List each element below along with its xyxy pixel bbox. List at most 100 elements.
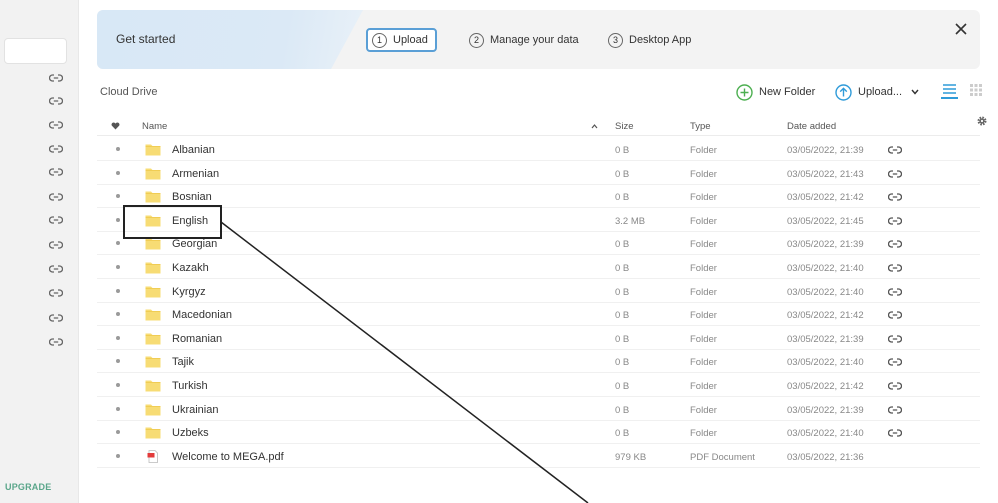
folder-icon bbox=[145, 333, 161, 345]
table-row[interactable]: Kazakh 0 B Folder 03/05/2022, 21:40 bbox=[97, 256, 980, 279]
link-icon[interactable] bbox=[48, 313, 64, 323]
file-type: Folder bbox=[690, 263, 717, 274]
link-icon[interactable] bbox=[887, 381, 903, 391]
left-sidebar: UPGRADE bbox=[0, 0, 79, 503]
file-name[interactable]: Kazakh bbox=[172, 262, 209, 274]
link-icon[interactable] bbox=[887, 169, 903, 179]
table-row[interactable]: Welcome to MEGA.pdf 979 KB PDF Document 03/… bbox=[97, 445, 980, 468]
link-icon[interactable] bbox=[48, 215, 64, 225]
column-header-size[interactable]: Size bbox=[615, 121, 633, 132]
link-icon[interactable] bbox=[48, 288, 64, 298]
table-row[interactable]: Albanian 0 B Folder 03/05/2022, 21:39 bbox=[97, 138, 980, 161]
link-icon[interactable] bbox=[887, 310, 903, 320]
favorite-dot[interactable] bbox=[116, 312, 120, 317]
step-manage-data[interactable]: 2 Manage your data bbox=[469, 28, 579, 52]
file-name[interactable]: Georgian bbox=[172, 238, 217, 250]
favorite-dot[interactable] bbox=[116, 288, 120, 293]
table-row[interactable]: Turkish 0 B Folder 03/05/2022, 21:42 bbox=[97, 374, 980, 397]
table-row[interactable]: Romanian 0 B Folder 03/05/2022, 21:39 bbox=[97, 327, 980, 350]
sort-up-icon[interactable] bbox=[591, 124, 598, 129]
file-name[interactable]: Ukrainian bbox=[172, 404, 218, 416]
heart-icon[interactable] bbox=[111, 122, 120, 130]
column-header-date[interactable]: Date added bbox=[787, 121, 836, 132]
breadcrumb[interactable]: Cloud Drive bbox=[100, 86, 157, 98]
file-size: 0 B bbox=[615, 239, 630, 251]
file-size: 0 B bbox=[615, 192, 630, 204]
close-icon[interactable] bbox=[954, 22, 968, 36]
file-name[interactable]: Macedonian bbox=[172, 309, 232, 321]
link-icon[interactable] bbox=[887, 145, 903, 155]
favorite-dot[interactable] bbox=[116, 453, 120, 458]
favorite-dot[interactable] bbox=[116, 241, 120, 246]
favorite-dot[interactable] bbox=[116, 147, 120, 151]
date-added: 03/05/2022, 21:36 bbox=[787, 451, 864, 463]
file-name[interactable]: Kyrgyz bbox=[172, 286, 206, 298]
link-icon[interactable] bbox=[48, 192, 64, 202]
link-icon[interactable] bbox=[887, 334, 903, 344]
list-view-icon[interactable] bbox=[941, 83, 958, 99]
folder-icon bbox=[145, 238, 161, 250]
grid-view-icon[interactable] bbox=[970, 84, 982, 96]
table-row[interactable]: Tajik 0 B Folder 03/05/2022, 21:40 bbox=[97, 350, 980, 374]
file-name[interactable]: Tajik bbox=[172, 356, 194, 368]
file-name[interactable]: Romanian bbox=[172, 333, 222, 345]
file-name[interactable]: Albanian bbox=[172, 144, 215, 156]
step-label: Upload bbox=[393, 34, 428, 46]
table-row[interactable]: Ukrainian 0 B Folder 03/05/2022, 21:39 bbox=[97, 398, 980, 421]
step-upload[interactable]: 1 Upload bbox=[366, 28, 437, 52]
link-icon[interactable] bbox=[48, 167, 64, 177]
upload-button[interactable]: Upload... bbox=[835, 82, 925, 102]
new-folder-button[interactable]: New Folder bbox=[736, 82, 815, 102]
favorite-dot[interactable] bbox=[116, 383, 120, 387]
favorite-dot[interactable] bbox=[116, 217, 120, 222]
link-icon[interactable] bbox=[48, 240, 64, 250]
file-name[interactable]: Bosnian bbox=[172, 191, 212, 203]
favorite-dot[interactable] bbox=[116, 170, 120, 175]
file-type: Folder bbox=[690, 215, 717, 227]
favorite-dot[interactable] bbox=[116, 430, 120, 435]
column-header-name[interactable]: Name bbox=[142, 121, 167, 132]
file-type: Folder bbox=[690, 168, 717, 180]
link-icon[interactable] bbox=[887, 263, 903, 273]
file-size: 0 B bbox=[615, 286, 630, 298]
file-name[interactable]: Uzbeks bbox=[172, 427, 209, 439]
file-name[interactable]: Welcome to MEGA.pdf bbox=[172, 451, 284, 463]
link-icon[interactable] bbox=[887, 357, 903, 367]
link-icon[interactable] bbox=[887, 239, 903, 249]
link-icon[interactable] bbox=[887, 192, 903, 202]
table-row[interactable]: Georgian 0 B Folder 03/05/2022, 21:39 bbox=[97, 232, 980, 256]
table-row[interactable]: Armenian 0 B Folder 03/05/2022, 21:43 bbox=[97, 162, 980, 185]
link-icon[interactable] bbox=[48, 144, 64, 154]
table-row[interactable]: Kyrgyz 0 B Folder 03/05/2022, 21:40 bbox=[97, 280, 980, 303]
gear-icon[interactable] bbox=[976, 115, 988, 127]
step-desktop-app[interactable]: 3 Desktop App bbox=[608, 28, 691, 52]
table-row[interactable]: English 3.2 MB Folder 03/05/2022, 21:45 bbox=[97, 209, 980, 232]
folder-icon bbox=[145, 404, 161, 416]
file-name[interactable]: Armenian bbox=[172, 168, 219, 180]
sidebar-search-field[interactable] bbox=[4, 38, 67, 64]
link-icon[interactable] bbox=[48, 337, 64, 347]
table-row[interactable]: Uzbeks 0 B Folder 03/05/2022, 21:40 bbox=[97, 421, 980, 445]
link-icon[interactable] bbox=[48, 96, 64, 106]
table-row[interactable]: Bosnian 0 B Folder 03/05/2022, 21:42 bbox=[97, 185, 980, 209]
link-icon[interactable] bbox=[48, 264, 64, 274]
favorite-dot[interactable] bbox=[116, 335, 120, 340]
link-icon[interactable] bbox=[48, 120, 64, 130]
favorite-dot[interactable] bbox=[116, 194, 120, 199]
favorite-dot[interactable] bbox=[116, 406, 120, 411]
date-added: 03/05/2022, 21:39 bbox=[787, 239, 864, 251]
upgrade-button[interactable]: UPGRADE bbox=[5, 482, 51, 492]
link-icon[interactable] bbox=[887, 405, 903, 415]
link-icon[interactable] bbox=[48, 73, 64, 83]
table-row[interactable]: Macedonian 0 B Folder 03/05/2022, 21:42 bbox=[97, 303, 980, 327]
link-icon[interactable] bbox=[887, 216, 903, 226]
favorite-dot[interactable] bbox=[116, 265, 120, 269]
column-header-type[interactable]: Type bbox=[690, 121, 711, 132]
file-name[interactable]: Turkish bbox=[172, 380, 208, 392]
link-icon[interactable] bbox=[887, 428, 903, 438]
link-icon[interactable] bbox=[887, 287, 903, 297]
file-size: 0 B bbox=[615, 428, 630, 440]
step-number: 1 bbox=[372, 32, 387, 48]
favorite-dot[interactable] bbox=[116, 359, 120, 364]
folder-icon bbox=[145, 427, 161, 439]
